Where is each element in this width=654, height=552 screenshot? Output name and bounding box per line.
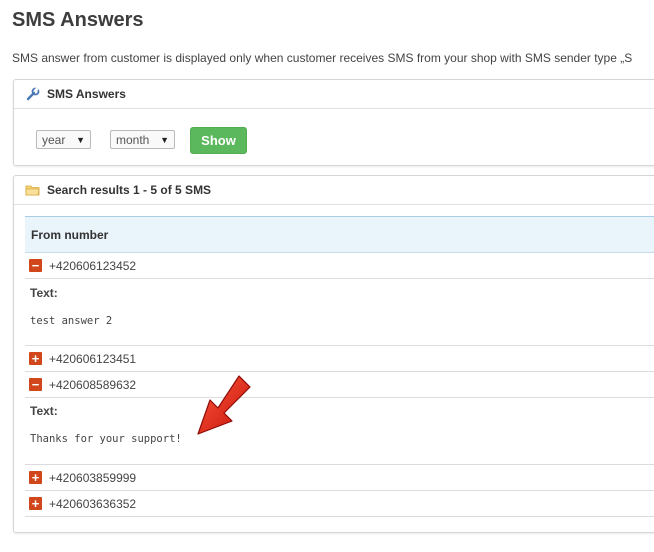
month-select[interactable]: month ▼	[110, 130, 175, 149]
table-row[interactable]: − +420608589632	[25, 372, 654, 398]
from-number: +420606123451	[49, 351, 137, 366]
dropdown-arrow-icon: ▼	[160, 134, 169, 145]
sms-text: test answer 2	[30, 315, 113, 327]
table-row[interactable]: − +420606123452	[25, 253, 654, 279]
table-row[interactable]: + +420606123451	[25, 346, 654, 372]
wrench-icon	[25, 87, 41, 101]
collapse-icon[interactable]: −	[29, 378, 42, 391]
expand-icon[interactable]: +	[29, 497, 42, 510]
text-label: Text:	[30, 404, 58, 418]
table-row[interactable]: + +420603859999	[25, 465, 654, 491]
from-number: +420603859999	[49, 470, 137, 485]
table-row[interactable]: + +420603636352	[25, 491, 654, 517]
from-number: +420606123452	[49, 258, 137, 273]
collapse-icon[interactable]: −	[29, 259, 42, 272]
dropdown-arrow-icon: ▼	[76, 134, 85, 145]
from-number: +420603636352	[49, 496, 137, 511]
year-select[interactable]: year ▼	[36, 130, 91, 149]
text-label: Text:	[30, 286, 58, 300]
column-header-from-number[interactable]: From number	[25, 216, 654, 253]
panel-header: SMS Answers	[14, 80, 654, 109]
page-description: SMS answer from customer is displayed on…	[12, 51, 633, 65]
filter-row: year ▼ month ▼ Show	[36, 125, 247, 154]
expand-icon[interactable]: +	[29, 471, 42, 484]
month-select-value: month	[116, 132, 150, 147]
sms-answers-panel: SMS Answers year ▼ month ▼ Show	[13, 79, 654, 166]
row-detail: Text: Thanks for your support!	[25, 398, 654, 465]
show-button[interactable]: Show	[190, 127, 247, 154]
sms-text: Thanks for your support!	[30, 433, 182, 445]
panel-header: Search results 1 - 5 of 5 SMS	[14, 176, 654, 205]
page-title: SMS Answers	[12, 9, 144, 31]
red-arrow-icon	[197, 375, 251, 435]
row-detail: Text: test answer 2	[25, 279, 654, 346]
panel-title: SMS Answers	[47, 87, 126, 101]
year-select-value: year	[42, 132, 66, 147]
panel-title: Search results 1 - 5 of 5 SMS	[47, 183, 212, 197]
sms-table: From number − +420606123452 Text: test a…	[25, 216, 654, 517]
folder-icon	[25, 183, 41, 197]
expand-icon[interactable]: +	[29, 352, 42, 365]
from-number: +420608589632	[49, 377, 137, 392]
search-results-panel: Search results 1 - 5 of 5 SMS From numbe…	[13, 175, 654, 533]
